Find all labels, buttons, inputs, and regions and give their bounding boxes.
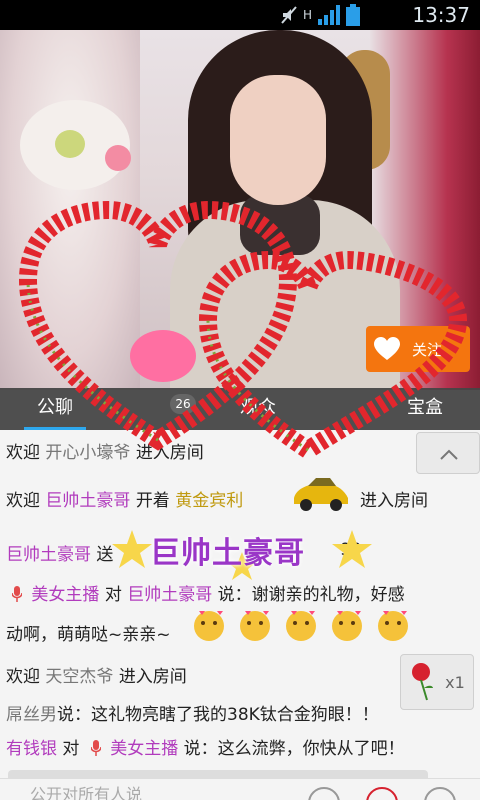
clock: 13:37 [412, 3, 470, 27]
chat-input-placeholder: 公开对所有人说 [30, 785, 143, 800]
toy-decoration [55, 130, 85, 158]
target-name[interactable]: 美女主播 [110, 739, 178, 759]
user-name[interactable]: 美女主播 [31, 585, 99, 605]
gift-counter-button[interactable]: x1 [400, 654, 474, 710]
welcome-text: 欢迎 [6, 667, 40, 687]
rose-icon [412, 663, 434, 701]
car-name: 黄金宾利 [175, 491, 244, 511]
message-text: 说：这么流弊，你快从了吧！ [183, 739, 405, 759]
kiss-emoji-icon [194, 611, 224, 641]
toy-decoration [105, 145, 131, 171]
tab-treasure-box[interactable]: 宝盒 [400, 388, 450, 430]
enter-text: 进入房间 [118, 667, 187, 687]
message-text: 说：谢谢亲的礼物，好感 [217, 585, 405, 605]
streamer-face [230, 75, 326, 205]
audience-count-badge: 26 [170, 394, 196, 414]
status-icons: H [281, 4, 360, 26]
user-name[interactable]: 巨帅土豪哥 [6, 545, 91, 565]
chat-message-tail: 进入房间 [360, 486, 428, 511]
message-text: 说：这礼物亮瞎了我的38K钛合金狗眼！！ [57, 705, 379, 725]
tab-public-chat[interactable]: 公聊 [24, 388, 86, 430]
signal-icon [318, 5, 340, 25]
enter-text: 进入房间 [360, 491, 428, 511]
kiss-emoji-icon [378, 611, 408, 641]
emoji-button[interactable] [308, 787, 340, 800]
mic-icon [90, 740, 101, 756]
chevron-up-icon [440, 449, 458, 460]
follow-label: 关注 [412, 340, 443, 359]
battery-icon [346, 4, 360, 26]
to-text: 对 [104, 585, 122, 605]
tab-audience[interactable]: 观众 [228, 388, 288, 430]
to-text: 对 [62, 739, 80, 759]
sticker-row [190, 605, 412, 645]
chat-message-continued: 动啊，萌萌哒~亲亲~ [6, 625, 171, 645]
kiss-emoji-icon [286, 611, 316, 641]
welcome-text: 欢迎 [6, 491, 40, 511]
welcome-text: 欢迎 [6, 443, 40, 463]
chat-message: 欢迎 开心小壕爷 进入房间 [6, 438, 204, 463]
background-wall [0, 30, 140, 390]
kiss-emoji-icon [240, 611, 270, 641]
driving-text: 开着 [135, 491, 170, 511]
heart-icon [374, 337, 400, 360]
car-icon [294, 478, 348, 511]
user-name[interactable]: 有钱银 [6, 739, 57, 759]
network-type-label: H [302, 8, 312, 22]
chat-message: 屌丝男说：这礼物亮瞎了我的38K钛合金狗眼！！ [6, 700, 379, 725]
chat-input-bar[interactable]: 公开对所有人说 [0, 778, 480, 800]
status-bar: H 13:37 [0, 0, 480, 30]
mute-icon [281, 6, 297, 24]
gift-button[interactable] [366, 787, 398, 800]
user-name[interactable]: 天空杰爷 [45, 667, 113, 687]
user-name[interactable]: 巨帅土豪哥 [45, 491, 130, 511]
chat-message: 欢迎 巨帅土豪哥 开着 黄金宾利 [6, 486, 243, 511]
gift-count-label: x1 [445, 672, 465, 692]
gift-text: 送 [96, 545, 114, 565]
gift-banner-text: 巨帅土豪哥 [150, 536, 305, 571]
streamer [170, 30, 400, 390]
strawberry-toy [130, 330, 196, 382]
more-button[interactable] [424, 787, 456, 800]
kiss-emoji-icon [332, 611, 362, 641]
follow-button[interactable]: 关注 [366, 326, 470, 372]
chat-message: 美女主播 对 巨帅土豪哥 说：谢谢亲的礼物，好感 [6, 580, 405, 605]
chat-list[interactable]: 欢迎 开心小壕爷 进入房间 欢迎 巨帅土豪哥 开着 黄金宾利 进入房间 巨帅土豪… [0, 430, 480, 800]
mic-icon [12, 586, 22, 602]
collapse-button[interactable] [416, 432, 480, 474]
user-name[interactable]: 屌丝男 [6, 705, 57, 725]
enter-text: 进入房间 [135, 443, 204, 463]
chat-message: 有钱银 对 美女主播 说：这么流弊，你快从了吧！ [6, 734, 405, 759]
chat-message: 欢迎 天空杰爷 进入房间 [6, 662, 187, 687]
target-name[interactable]: 巨帅土豪哥 [127, 585, 212, 605]
chat-message: 巨帅土豪哥 送 [6, 540, 113, 565]
user-name[interactable]: 开心小壕爷 [45, 443, 130, 463]
